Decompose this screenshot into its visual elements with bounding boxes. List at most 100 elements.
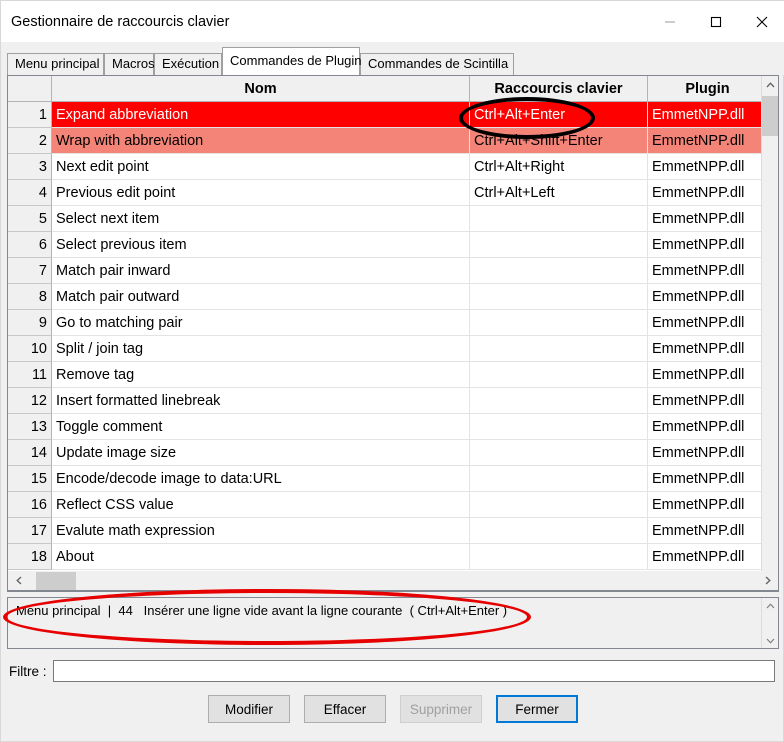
row-shortcut-cell xyxy=(470,232,648,258)
shortcut-list: Nom Raccourcis clavier Plugin 1 Expand ab… xyxy=(7,75,779,592)
list-body: 1 Expand abbreviation Ctrl+Alt+Enter EmmetN… xyxy=(8,102,768,570)
table-row[interactable]: 4 Previous edit point Ctrl+Alt+Left EmmetNP… xyxy=(8,180,768,206)
row-index-cell: 2 xyxy=(8,128,52,154)
table-row[interactable]: 18 About EmmetNPP.dll xyxy=(8,544,768,570)
info-scroll-up-button[interactable] xyxy=(762,598,778,613)
tab-commandes-de-scintilla[interactable]: Commandes de Scintilla xyxy=(360,53,514,75)
filter-input[interactable] xyxy=(52,660,775,682)
table-row[interactable]: 14 Update image size EmmetNPP.dll xyxy=(8,440,768,466)
row-name-cell: Match pair outward xyxy=(52,284,470,310)
row-name-cell: Go to matching pair xyxy=(52,310,470,336)
row-plugin-cell: EmmetNPP.dll xyxy=(648,102,768,128)
close-dialog-button[interactable]: Fermer xyxy=(496,695,578,723)
table-row[interactable]: 16 Reflect CSS value EmmetNPP.dll xyxy=(8,492,768,518)
row-plugin-cell: EmmetNPP.dll xyxy=(648,258,768,284)
tab-menu-principal[interactable]: Menu principal xyxy=(7,53,104,75)
row-plugin-cell: EmmetNPP.dll xyxy=(648,466,768,492)
minimize-button[interactable] xyxy=(647,1,693,42)
table-row[interactable]: 17 Evalute math expression EmmetNPP.dll xyxy=(8,518,768,544)
tab-execution[interactable]: Exécution xyxy=(154,53,222,75)
maximize-button[interactable] xyxy=(693,1,739,42)
filter-label: Filtre : xyxy=(9,663,47,679)
row-shortcut-cell xyxy=(470,362,648,388)
table-row[interactable]: 11 Remove tag EmmetNPP.dll xyxy=(8,362,768,388)
chevron-left-icon xyxy=(15,576,21,585)
row-shortcut-cell xyxy=(470,518,648,544)
table-row[interactable]: 1 Expand abbreviation Ctrl+Alt+Enter EmmetN… xyxy=(8,102,768,128)
table-row[interactable]: 5 Select next item EmmetNPP.dll xyxy=(8,206,768,232)
row-index-cell: 9 xyxy=(8,310,52,336)
tab-macros[interactable]: Macros xyxy=(104,53,155,75)
scroll-right-button[interactable] xyxy=(758,571,777,590)
tab-strip: Menu principal Macros Exécution Commande… xyxy=(1,42,784,75)
window-title: Gestionnaire de raccourcis clavier xyxy=(11,13,230,30)
chevron-down-icon xyxy=(766,638,775,644)
title-bar: Gestionnaire de raccourcis clavier xyxy=(1,1,784,42)
list-vertical-scrollbar[interactable] xyxy=(761,76,778,591)
list-header-row: Nom Raccourcis clavier Plugin xyxy=(8,76,778,102)
close-button[interactable] xyxy=(739,1,784,42)
table-row[interactable]: 13 Toggle comment EmmetNPP.dll xyxy=(8,414,768,440)
row-name-cell: Update image size xyxy=(52,440,470,466)
row-index-cell: 14 xyxy=(8,440,52,466)
chevron-right-icon xyxy=(765,576,771,585)
row-plugin-cell: EmmetNPP.dll xyxy=(648,310,768,336)
row-plugin-cell: EmmetNPP.dll xyxy=(648,336,768,362)
row-plugin-cell: EmmetNPP.dll xyxy=(648,518,768,544)
row-index-cell: 1 xyxy=(8,102,52,128)
horizontal-scroll-thumb[interactable] xyxy=(36,572,76,590)
conflict-info-text: Menu principal | 44 Insérer une ligne vi… xyxy=(16,603,508,618)
table-row[interactable]: 2 Wrap with abbreviation Ctrl+Alt+Shift+En… xyxy=(8,128,768,154)
row-name-cell: Select next item xyxy=(52,206,470,232)
row-name-cell: Expand abbreviation xyxy=(52,102,470,128)
row-shortcut-cell xyxy=(470,258,648,284)
row-shortcut-cell xyxy=(470,206,648,232)
row-name-cell: Insert formatted linebreak xyxy=(52,388,470,414)
row-shortcut-cell xyxy=(470,284,648,310)
row-shortcut-cell xyxy=(470,336,648,362)
row-shortcut-cell: Ctrl+Alt+Shift+Enter xyxy=(470,128,648,154)
conflict-info-box: Menu principal | 44 Insérer une ligne vi… xyxy=(7,597,779,649)
row-shortcut-cell xyxy=(470,544,648,570)
row-index-cell: 15 xyxy=(8,466,52,492)
table-row[interactable]: 6 Select previous item EmmetNPP.dll xyxy=(8,232,768,258)
close-icon xyxy=(756,16,768,27)
vertical-scroll-thumb[interactable] xyxy=(762,96,778,136)
scroll-left-button[interactable] xyxy=(9,571,28,590)
row-shortcut-cell xyxy=(470,466,648,492)
scroll-up-button[interactable] xyxy=(762,76,778,93)
list-horizontal-scrollbar[interactable] xyxy=(7,571,779,591)
modify-button[interactable]: Modifier xyxy=(208,695,290,723)
tab-commandes-de-plugin[interactable]: Commandes de Plugin xyxy=(222,47,362,75)
table-row[interactable]: 7 Match pair inward EmmetNPP.dll xyxy=(8,258,768,284)
table-row[interactable]: 12 Insert formatted linebreak EmmetNPP.dll xyxy=(8,388,768,414)
row-index-cell: 12 xyxy=(8,388,52,414)
table-row[interactable]: 8 Match pair outward EmmetNPP.dll xyxy=(8,284,768,310)
row-index-cell: 18 xyxy=(8,544,52,570)
row-plugin-cell: EmmetNPP.dll xyxy=(648,284,768,310)
clear-button[interactable]: Effacer xyxy=(304,695,386,723)
row-index-cell: 16 xyxy=(8,492,52,518)
table-row[interactable]: 10 Split / join tag EmmetNPP.dll xyxy=(8,336,768,362)
info-scroll-down-button[interactable] xyxy=(762,633,778,648)
row-name-cell: Next edit point xyxy=(52,154,470,180)
row-shortcut-cell: Ctrl+Alt+Enter xyxy=(470,102,648,128)
row-shortcut-cell xyxy=(470,310,648,336)
table-row[interactable]: 3 Next edit point Ctrl+Alt+Right EmmetNPP.d… xyxy=(8,154,768,180)
row-name-cell: Encode/decode image to data:URL xyxy=(52,466,470,492)
row-shortcut-cell xyxy=(470,492,648,518)
info-vertical-scrollbar[interactable] xyxy=(761,598,778,648)
row-plugin-cell: EmmetNPP.dll xyxy=(648,206,768,232)
table-row[interactable]: 15 Encode/decode image to data:URL EmmetNP… xyxy=(8,466,768,492)
dialog-button-bar: Modifier Effacer Supprimer Fermer xyxy=(1,695,784,729)
column-header-shortcut[interactable]: Raccourcis clavier xyxy=(470,76,648,102)
row-index-cell: 6 xyxy=(8,232,52,258)
row-name-cell: Reflect CSS value xyxy=(52,492,470,518)
column-header-index[interactable] xyxy=(8,76,52,102)
row-plugin-cell: EmmetNPP.dll xyxy=(648,544,768,570)
row-name-cell: Select previous item xyxy=(52,232,470,258)
column-header-nom[interactable]: Nom xyxy=(52,76,470,102)
row-shortcut-cell: Ctrl+Alt+Left xyxy=(470,180,648,206)
table-row[interactable]: 9 Go to matching pair EmmetNPP.dll xyxy=(8,310,768,336)
column-header-plugin[interactable]: Plugin xyxy=(648,76,768,102)
